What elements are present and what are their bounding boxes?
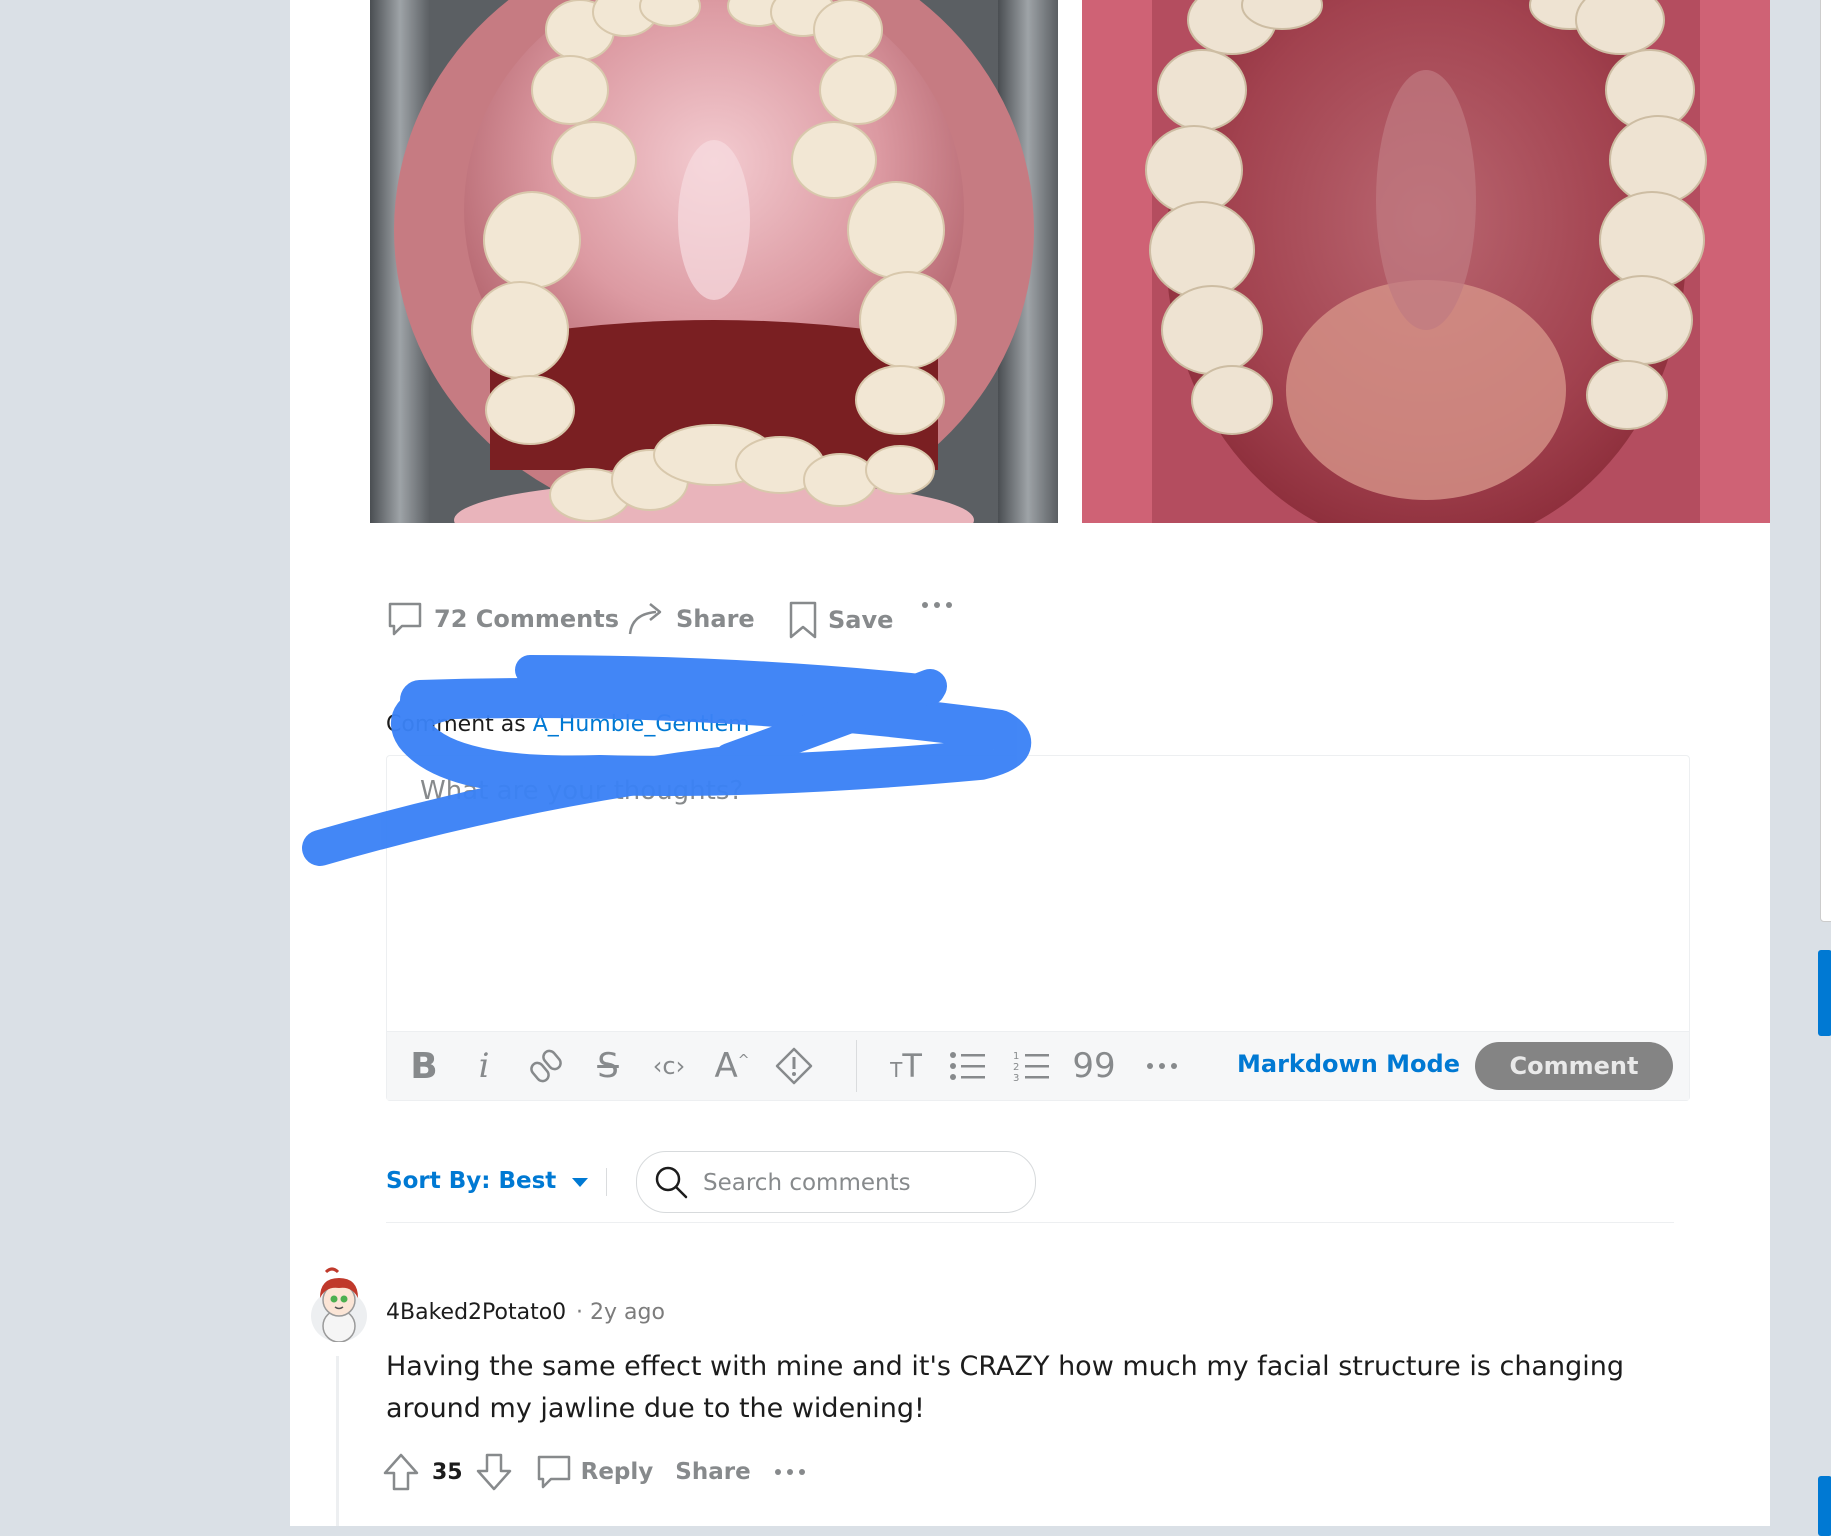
heading-icon: TT bbox=[890, 1047, 922, 1085]
link-button[interactable] bbox=[521, 1032, 571, 1100]
bookmark-icon bbox=[789, 601, 817, 639]
comment-timestamp[interactable]: · 2y ago bbox=[576, 1300, 665, 1325]
numbered-list-button[interactable]: 1 2 3 bbox=[1007, 1032, 1057, 1100]
quote-block-icon: 99 bbox=[1072, 1046, 1116, 1086]
inline-code-icon: ‹c› bbox=[652, 1052, 686, 1080]
bold-button[interactable]: B bbox=[399, 1032, 449, 1100]
comment-icon bbox=[388, 602, 422, 636]
numbered-list-icon: 1 2 3 bbox=[1013, 1051, 1049, 1082]
sort-dropdown[interactable]: Sort By: Best bbox=[386, 1168, 589, 1194]
superscript-button[interactable]: A^ bbox=[707, 1032, 757, 1100]
comment-icon bbox=[537, 1455, 570, 1489]
section-divider bbox=[386, 1222, 1674, 1223]
italic-icon: i bbox=[478, 1046, 490, 1086]
ellipsis-icon bbox=[774, 1469, 805, 1475]
comment-body: Having the same effect with mine and it'… bbox=[386, 1351, 1624, 1424]
bold-icon: B bbox=[410, 1045, 438, 1087]
sidebar-accent-top[interactable] bbox=[1818, 950, 1831, 1036]
dental-photo-right bbox=[1082, 0, 1770, 523]
save-button[interactable]: Save bbox=[788, 600, 893, 640]
search-icon bbox=[655, 1166, 688, 1199]
comments-button[interactable]: 72 Comments bbox=[386, 600, 619, 638]
comment-editor[interactable]: What are your thoughts? B i S ‹c› A^ TT … bbox=[386, 755, 1690, 1101]
post-image-right[interactable] bbox=[1082, 0, 1770, 523]
downvote-icon[interactable] bbox=[475, 1452, 513, 1492]
strikethrough-button[interactable]: S bbox=[583, 1032, 633, 1100]
editor-toolbar: B i S ‹c› A^ TT 1 2 3 99 Markdown Mode C… bbox=[387, 1031, 1689, 1100]
markdown-mode-button[interactable]: Markdown Mode bbox=[1237, 1050, 1460, 1078]
comment-editor-placeholder[interactable]: What are your thoughts? bbox=[420, 776, 743, 806]
toolbar-divider bbox=[856, 1040, 857, 1092]
thread-line[interactable] bbox=[336, 1356, 339, 1526]
comment-share-label: Share bbox=[675, 1459, 751, 1485]
comment-as-label: Comment as A_Humble_Gentlem bbox=[386, 712, 750, 737]
share-label: Share bbox=[676, 605, 755, 633]
dental-photo-left bbox=[370, 0, 1058, 523]
italic-button[interactable]: i bbox=[459, 1032, 509, 1100]
sidebar-card-edge bbox=[1820, 0, 1831, 922]
reply-button[interactable]: Reply bbox=[535, 1453, 654, 1491]
search-comments[interactable] bbox=[636, 1151, 1036, 1214]
more-icon bbox=[1147, 1063, 1177, 1069]
comment-share-button[interactable]: Share bbox=[675, 1459, 750, 1485]
comment-more-button[interactable] bbox=[773, 1467, 807, 1477]
strikethrough-icon: S bbox=[597, 1046, 619, 1086]
svg-text:3: 3 bbox=[1013, 1073, 1019, 1082]
avatar[interactable] bbox=[308, 1266, 370, 1343]
snoo-avatar-icon bbox=[311, 1267, 367, 1343]
superscript-icon: A^ bbox=[714, 1046, 750, 1086]
comment-author[interactable]: 4Baked2Potato0 bbox=[386, 1300, 566, 1325]
save-label: Save bbox=[828, 606, 894, 634]
reply-label: Reply bbox=[580, 1459, 654, 1485]
link-icon bbox=[530, 1049, 562, 1083]
post-image-left[interactable] bbox=[370, 0, 1058, 523]
search-comments-input[interactable] bbox=[701, 1152, 1025, 1214]
upvote-icon[interactable] bbox=[382, 1452, 420, 1492]
comment-as-prefix: Comment as bbox=[386, 712, 526, 737]
share-arrow-icon bbox=[628, 603, 662, 635]
bulleted-list-button[interactable] bbox=[943, 1032, 993, 1100]
comment-score: 35 bbox=[432, 1459, 463, 1485]
svg-text:2: 2 bbox=[1013, 1062, 1019, 1073]
more-formatting-button[interactable] bbox=[1137, 1032, 1187, 1100]
comment-as-username[interactable]: A_Humble_Gentlem bbox=[533, 712, 750, 737]
caret-down-icon bbox=[572, 1177, 589, 1187]
submit-comment-button[interactable]: Comment bbox=[1475, 1042, 1673, 1090]
ellipsis-icon bbox=[922, 602, 952, 608]
comments-count-label: 72 Comments bbox=[434, 605, 619, 633]
share-button[interactable]: Share bbox=[626, 600, 755, 638]
bulleted-list-icon bbox=[950, 1052, 985, 1080]
svg-text:1: 1 bbox=[1013, 1051, 1019, 1062]
inline-code-button[interactable]: ‹c› bbox=[641, 1032, 697, 1100]
sort-label: Sort By: Best bbox=[386, 1168, 557, 1194]
spoiler-icon bbox=[775, 1047, 813, 1085]
sidebar-accent-bottom[interactable] bbox=[1818, 1476, 1831, 1536]
spoiler-button[interactable] bbox=[769, 1032, 819, 1100]
heading-button[interactable]: TT bbox=[881, 1032, 931, 1100]
more-options-button[interactable] bbox=[920, 600, 954, 610]
comment-actions: 35 Reply Share bbox=[382, 1450, 807, 1494]
quote-block-button[interactable]: 99 bbox=[1069, 1032, 1119, 1100]
sort-divider bbox=[606, 1168, 607, 1196]
